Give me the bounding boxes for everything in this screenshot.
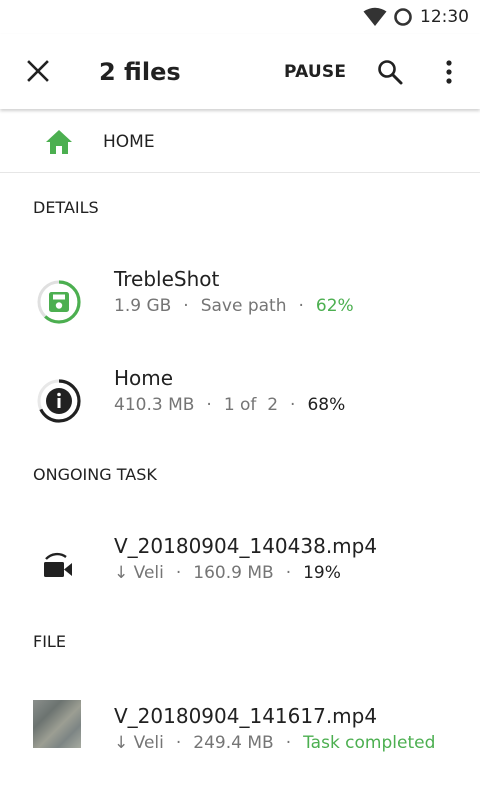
app-toolbar: 2 files PAUSE <box>0 34 480 109</box>
task-percent: 19% <box>303 563 341 583</box>
section-header-ongoing: ONGOING TASK <box>33 465 157 484</box>
wifi-icon <box>363 7 387 26</box>
separator-dot: · <box>290 395 296 415</box>
status-time: 12:30 <box>420 7 469 27</box>
storage-meta: 1.9 GB · Save path · 62% <box>114 296 354 316</box>
more-options-icon[interactable] <box>436 58 462 86</box>
storage-item-trebleshot[interactable]: TrebleShot 1.9 GB · Save path · 62% <box>0 263 480 343</box>
section-header-file: FILE <box>33 632 66 651</box>
task-size: 160.9 MB <box>193 563 274 583</box>
storage-percent: 62% <box>315 296 354 316</box>
storage-name: Home <box>114 366 174 390</box>
breadcrumb[interactable]: HOME <box>0 112 480 173</box>
storage-subtitle: 1 of 2 <box>223 395 279 415</box>
storage-meta: 410.3 MB · 1 of 2 · 68% <box>114 395 345 415</box>
breadcrumb-home-label: HOME <box>103 132 155 152</box>
page-title: 2 files <box>99 58 181 86</box>
file-item[interactable]: V_20180904_141617.mp4 ↓ Veli · 249.4 MB · Ta… <box>0 700 480 780</box>
ongoing-task-item[interactable]: V_20180904_140438.mp4 ↓ Veli · 160.9 MB · 19… <box>0 530 480 610</box>
storage-percent: 68% <box>307 395 346 415</box>
separator-dot: · <box>298 296 304 316</box>
save-storage-icon <box>37 280 81 324</box>
search-icon[interactable] <box>376 58 404 86</box>
storage-item-home[interactable]: Home 410.3 MB · 1 of 2 · 68% <box>0 362 480 442</box>
file-status: Task completed <box>303 733 436 753</box>
info-icon <box>37 379 81 423</box>
storage-size: 410.3 MB <box>114 395 195 415</box>
separator-dot: · <box>175 563 182 583</box>
separator-dot: · <box>183 296 189 316</box>
separator-dot: · <box>285 733 292 753</box>
close-icon[interactable] <box>25 58 51 84</box>
video-thumbnail <box>33 700 81 748</box>
section-header-details: DETAILS <box>33 198 99 217</box>
separator-dot: · <box>206 395 212 415</box>
storage-subtitle: Save path <box>200 296 287 316</box>
home-icon <box>46 130 72 154</box>
sync-circle-icon <box>394 8 412 26</box>
status-bar: 12:30 <box>0 0 480 34</box>
task-sender: ↓ Veli <box>114 563 164 583</box>
task-file-name: V_20180904_140438.mp4 <box>114 534 378 558</box>
storage-name: TrebleShot <box>114 267 220 291</box>
storage-size: 1.9 GB <box>114 296 172 316</box>
video-camera-icon <box>44 552 72 577</box>
file-name: V_20180904_141617.mp4 <box>114 704 378 728</box>
file-sender: ↓ Veli <box>114 733 164 753</box>
task-meta: ↓ Veli · 160.9 MB · 19% <box>114 563 341 583</box>
separator-dot: · <box>175 733 182 753</box>
file-meta: ↓ Veli · 249.4 MB · Task completed <box>114 733 435 753</box>
pause-button[interactable]: PAUSE <box>284 62 346 82</box>
separator-dot: · <box>285 563 292 583</box>
file-size: 249.4 MB <box>193 733 274 753</box>
